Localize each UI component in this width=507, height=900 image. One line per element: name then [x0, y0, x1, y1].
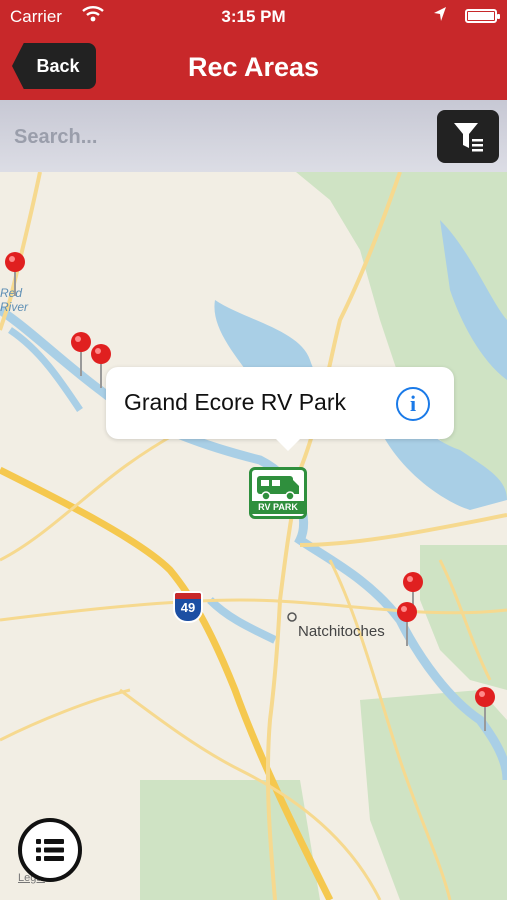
- map-pin-icon[interactable]: [473, 687, 497, 731]
- map-background: [0, 172, 507, 900]
- status-bar: Carrier 3:15 PM: [0, 0, 507, 34]
- filter-button[interactable]: [437, 110, 499, 163]
- town-label: Natchitoches: [298, 623, 385, 640]
- back-button[interactable]: Back: [12, 43, 96, 89]
- map-pin-icon[interactable]: [395, 602, 419, 646]
- info-icon[interactable]: i: [396, 387, 430, 421]
- search-bar: [0, 100, 507, 172]
- battery-icon: [465, 9, 500, 23]
- rv-park-marker[interactable]: RV PARK: [249, 467, 307, 519]
- map-pin-icon[interactable]: [3, 252, 27, 296]
- rv-icon: [257, 476, 299, 501]
- search-input[interactable]: [12, 118, 416, 156]
- map-callout[interactable]: Grand Ecore RV Park i: [106, 367, 454, 451]
- rv-park-label: RV PARK: [252, 501, 304, 514]
- status-time: 3:15 PM: [221, 7, 286, 26]
- interstate-number: 49: [180, 600, 196, 615]
- list-icon: [36, 839, 64, 861]
- list-view-button[interactable]: [18, 818, 82, 882]
- map-view[interactable]: 49 Natchitoches Red River Legal: [0, 172, 507, 900]
- interstate-shield-icon: 49: [173, 591, 203, 623]
- navigation-bar: Rec Areas Back: [0, 34, 507, 100]
- callout-title: Grand Ecore RV Park: [124, 389, 347, 415]
- filter-list-icon: [454, 123, 483, 152]
- location-arrow-icon: [433, 6, 447, 27]
